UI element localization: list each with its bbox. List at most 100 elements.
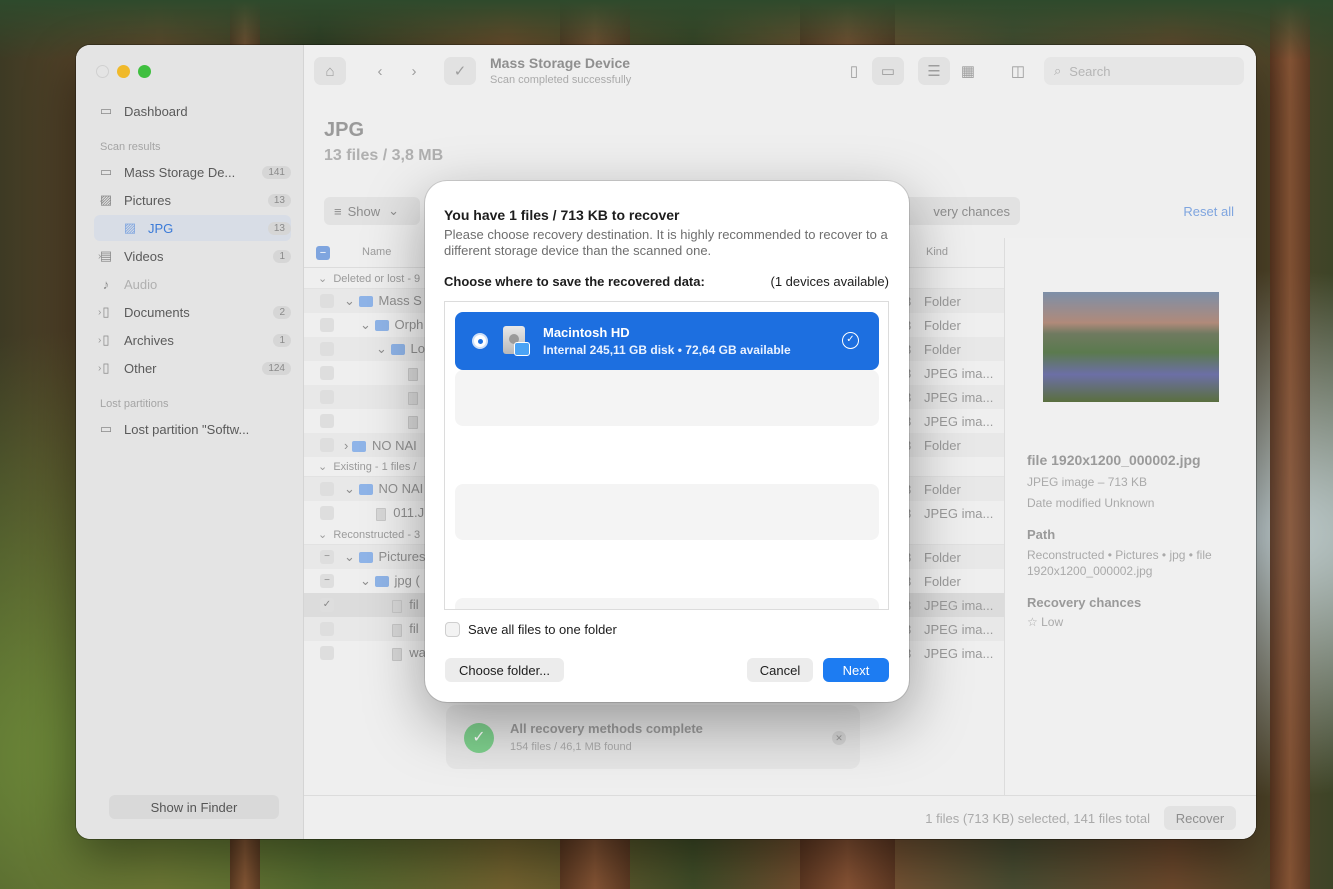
image-preview [1043, 292, 1219, 402]
sidebar-item-videos[interactable]: › ▤ Videos 1 [96, 243, 291, 269]
sliders-icon: ≡ [334, 203, 342, 219]
minimize-button[interactable] [117, 65, 130, 78]
cancel-button[interactable]: Cancel [747, 658, 813, 682]
file-icon [392, 599, 402, 613]
row-checkbox[interactable] [320, 646, 334, 660]
save-to-one-folder-checkbox[interactable]: Save all files to one folder [445, 622, 617, 637]
dialog-title: You have 1 files / 713 KB to recover [444, 207, 680, 223]
choose-folder-button[interactable]: Choose folder... [445, 658, 564, 682]
file-icon [408, 415, 418, 429]
row-checkbox[interactable] [320, 622, 334, 636]
detail-path-value: Reconstructed • Pictures • jpg • file [1027, 548, 1212, 562]
row-checkbox[interactable] [320, 318, 334, 332]
sidebar-item-other[interactable]: › ▯ Other 124 [96, 355, 291, 381]
next-button[interactable]: Next [823, 658, 889, 682]
device-placeholder [455, 370, 879, 426]
show-filter-button[interactable]: ≡ Show ⌄ [324, 197, 420, 225]
grid-view-icon[interactable]: ▦ [952, 57, 984, 85]
section-scan-results: Scan results [100, 141, 161, 153]
row-checkbox[interactable]: − [320, 574, 334, 588]
detail-date-modified: Date modified Unknown [1027, 496, 1155, 510]
dialog-description: Please choose recovery destination. It i… [444, 227, 888, 258]
sidebar-item-archives[interactable]: › ▯ Archives 1 [96, 327, 291, 353]
column-name[interactable]: Name [362, 246, 391, 258]
chevron-down-icon[interactable]: ⌄ [98, 195, 106, 206]
file-icon [408, 367, 418, 381]
chevron-right-icon[interactable]: › [98, 335, 101, 346]
sidebar-item-jpg[interactable]: ▨ JPG 13 [94, 215, 291, 241]
select-all-checkbox[interactable]: − [316, 246, 330, 260]
forward-icon[interactable]: › [398, 57, 430, 85]
sidebar-item-documents[interactable]: › ▯ Documents 2 [96, 299, 291, 325]
file-icon [392, 623, 402, 637]
choose-destination-label: Choose where to save the recovered data: [444, 274, 705, 289]
row-checkbox[interactable] [320, 438, 334, 452]
list-view-icon[interactable]: ☰ [918, 57, 950, 85]
window-controls [96, 65, 151, 78]
row-checkbox[interactable] [320, 482, 334, 496]
star-icon: ☆ [1027, 615, 1038, 629]
check-icon: ✓ [464, 723, 494, 753]
search-input[interactable]: ⌕ Search [1044, 57, 1244, 85]
file-icon [376, 507, 386, 521]
sidebar-item-mass-storage[interactable]: ▭ Mass Storage De... 141 [96, 159, 291, 185]
reset-all-link[interactable]: Reset all [1183, 204, 1234, 219]
column-kind[interactable]: Kind [926, 246, 948, 258]
chevron-right-icon[interactable]: › [98, 363, 101, 374]
toolbar: ⌂ ‹ › ✓ Mass Storage Device Scan complet… [304, 45, 1256, 97]
chevron-right-icon[interactable]: › [98, 251, 101, 262]
recovery-destination-dialog: You have 1 files / 713 KB to recover Ple… [425, 181, 909, 702]
show-in-finder-button[interactable]: Show in Finder [109, 795, 279, 819]
window-title: Mass Storage Device [490, 55, 631, 71]
zoom-button[interactable] [138, 65, 151, 78]
detail-file-name: file 1920x1200_000002.jpg [1027, 452, 1201, 468]
sidebar-item-dashboard[interactable]: ▭ Dashboard [96, 98, 291, 124]
row-checkbox[interactable]: − [320, 550, 334, 564]
device-name: Macintosh HD [543, 325, 630, 340]
hard-drive-icon [501, 324, 531, 358]
close-icon[interactable]: ✕ [832, 731, 846, 745]
detail-path-label: Path [1027, 527, 1056, 542]
preview-panel-icon[interactable]: ◫ [1002, 57, 1034, 85]
folder-icon [374, 320, 389, 332]
sidebar-item-pictures[interactable]: ⌄ ▨ Pictures 13 [96, 187, 291, 213]
row-checkbox[interactable] [320, 414, 334, 428]
row-checkbox[interactable]: ✓ [320, 598, 334, 612]
sidebar-item-audio[interactable]: ♪ Audio [96, 271, 291, 297]
detail-recovery-value: ☆ Low [1027, 615, 1064, 629]
file-icon [408, 391, 418, 405]
chevron-right-icon[interactable]: › [98, 307, 101, 318]
detail-panel: file 1920x1200_000002.jpg JPEG image – 7… [1004, 238, 1256, 795]
sidebar-item-lost-partition[interactable]: ▭ Lost partition "Softw... [96, 416, 291, 442]
detail-file-type: JPEG image – 713 KB [1027, 475, 1148, 489]
device-radio[interactable] [472, 333, 488, 349]
device-placeholder [455, 484, 879, 540]
status-bar: 1 files (713 KB) selected, 141 files tot… [304, 795, 1256, 839]
row-checkbox[interactable] [320, 294, 334, 308]
page-title: JPG [324, 119, 365, 141]
folder-icon [358, 296, 373, 308]
row-checkbox[interactable] [320, 390, 334, 404]
selection-status: 1 files (713 KB) selected, 141 files tot… [925, 811, 1150, 826]
picture-icon: ▨ [123, 220, 137, 235]
file-view-icon[interactable]: ▯ [838, 57, 870, 85]
home-icon[interactable]: ⌂ [314, 57, 346, 85]
back-icon[interactable]: ‹ [364, 57, 396, 85]
drive-icon: ▭ [99, 164, 113, 179]
close-button[interactable] [96, 65, 109, 78]
dashboard-icon: ▭ [99, 103, 113, 118]
folder-view-icon[interactable]: ▭ [872, 57, 904, 85]
folder-icon [358, 552, 373, 564]
detail-recovery-label: Recovery chances [1027, 595, 1142, 610]
row-checkbox[interactable] [320, 342, 334, 356]
section-lost-partitions: Lost partitions [100, 398, 169, 410]
device-item-macintosh-hd[interactable]: Macintosh HD Internal 245,11 GB disk • 7… [455, 312, 879, 370]
row-checkbox[interactable] [320, 366, 334, 380]
recover-button[interactable]: Recover [1164, 806, 1236, 830]
device-placeholder [455, 598, 879, 609]
checkbox[interactable] [445, 622, 460, 637]
row-checkbox[interactable] [320, 506, 334, 520]
devices-available-count: (1 devices available) [770, 274, 889, 289]
folder-icon [351, 440, 366, 452]
folder-icon [358, 484, 373, 496]
